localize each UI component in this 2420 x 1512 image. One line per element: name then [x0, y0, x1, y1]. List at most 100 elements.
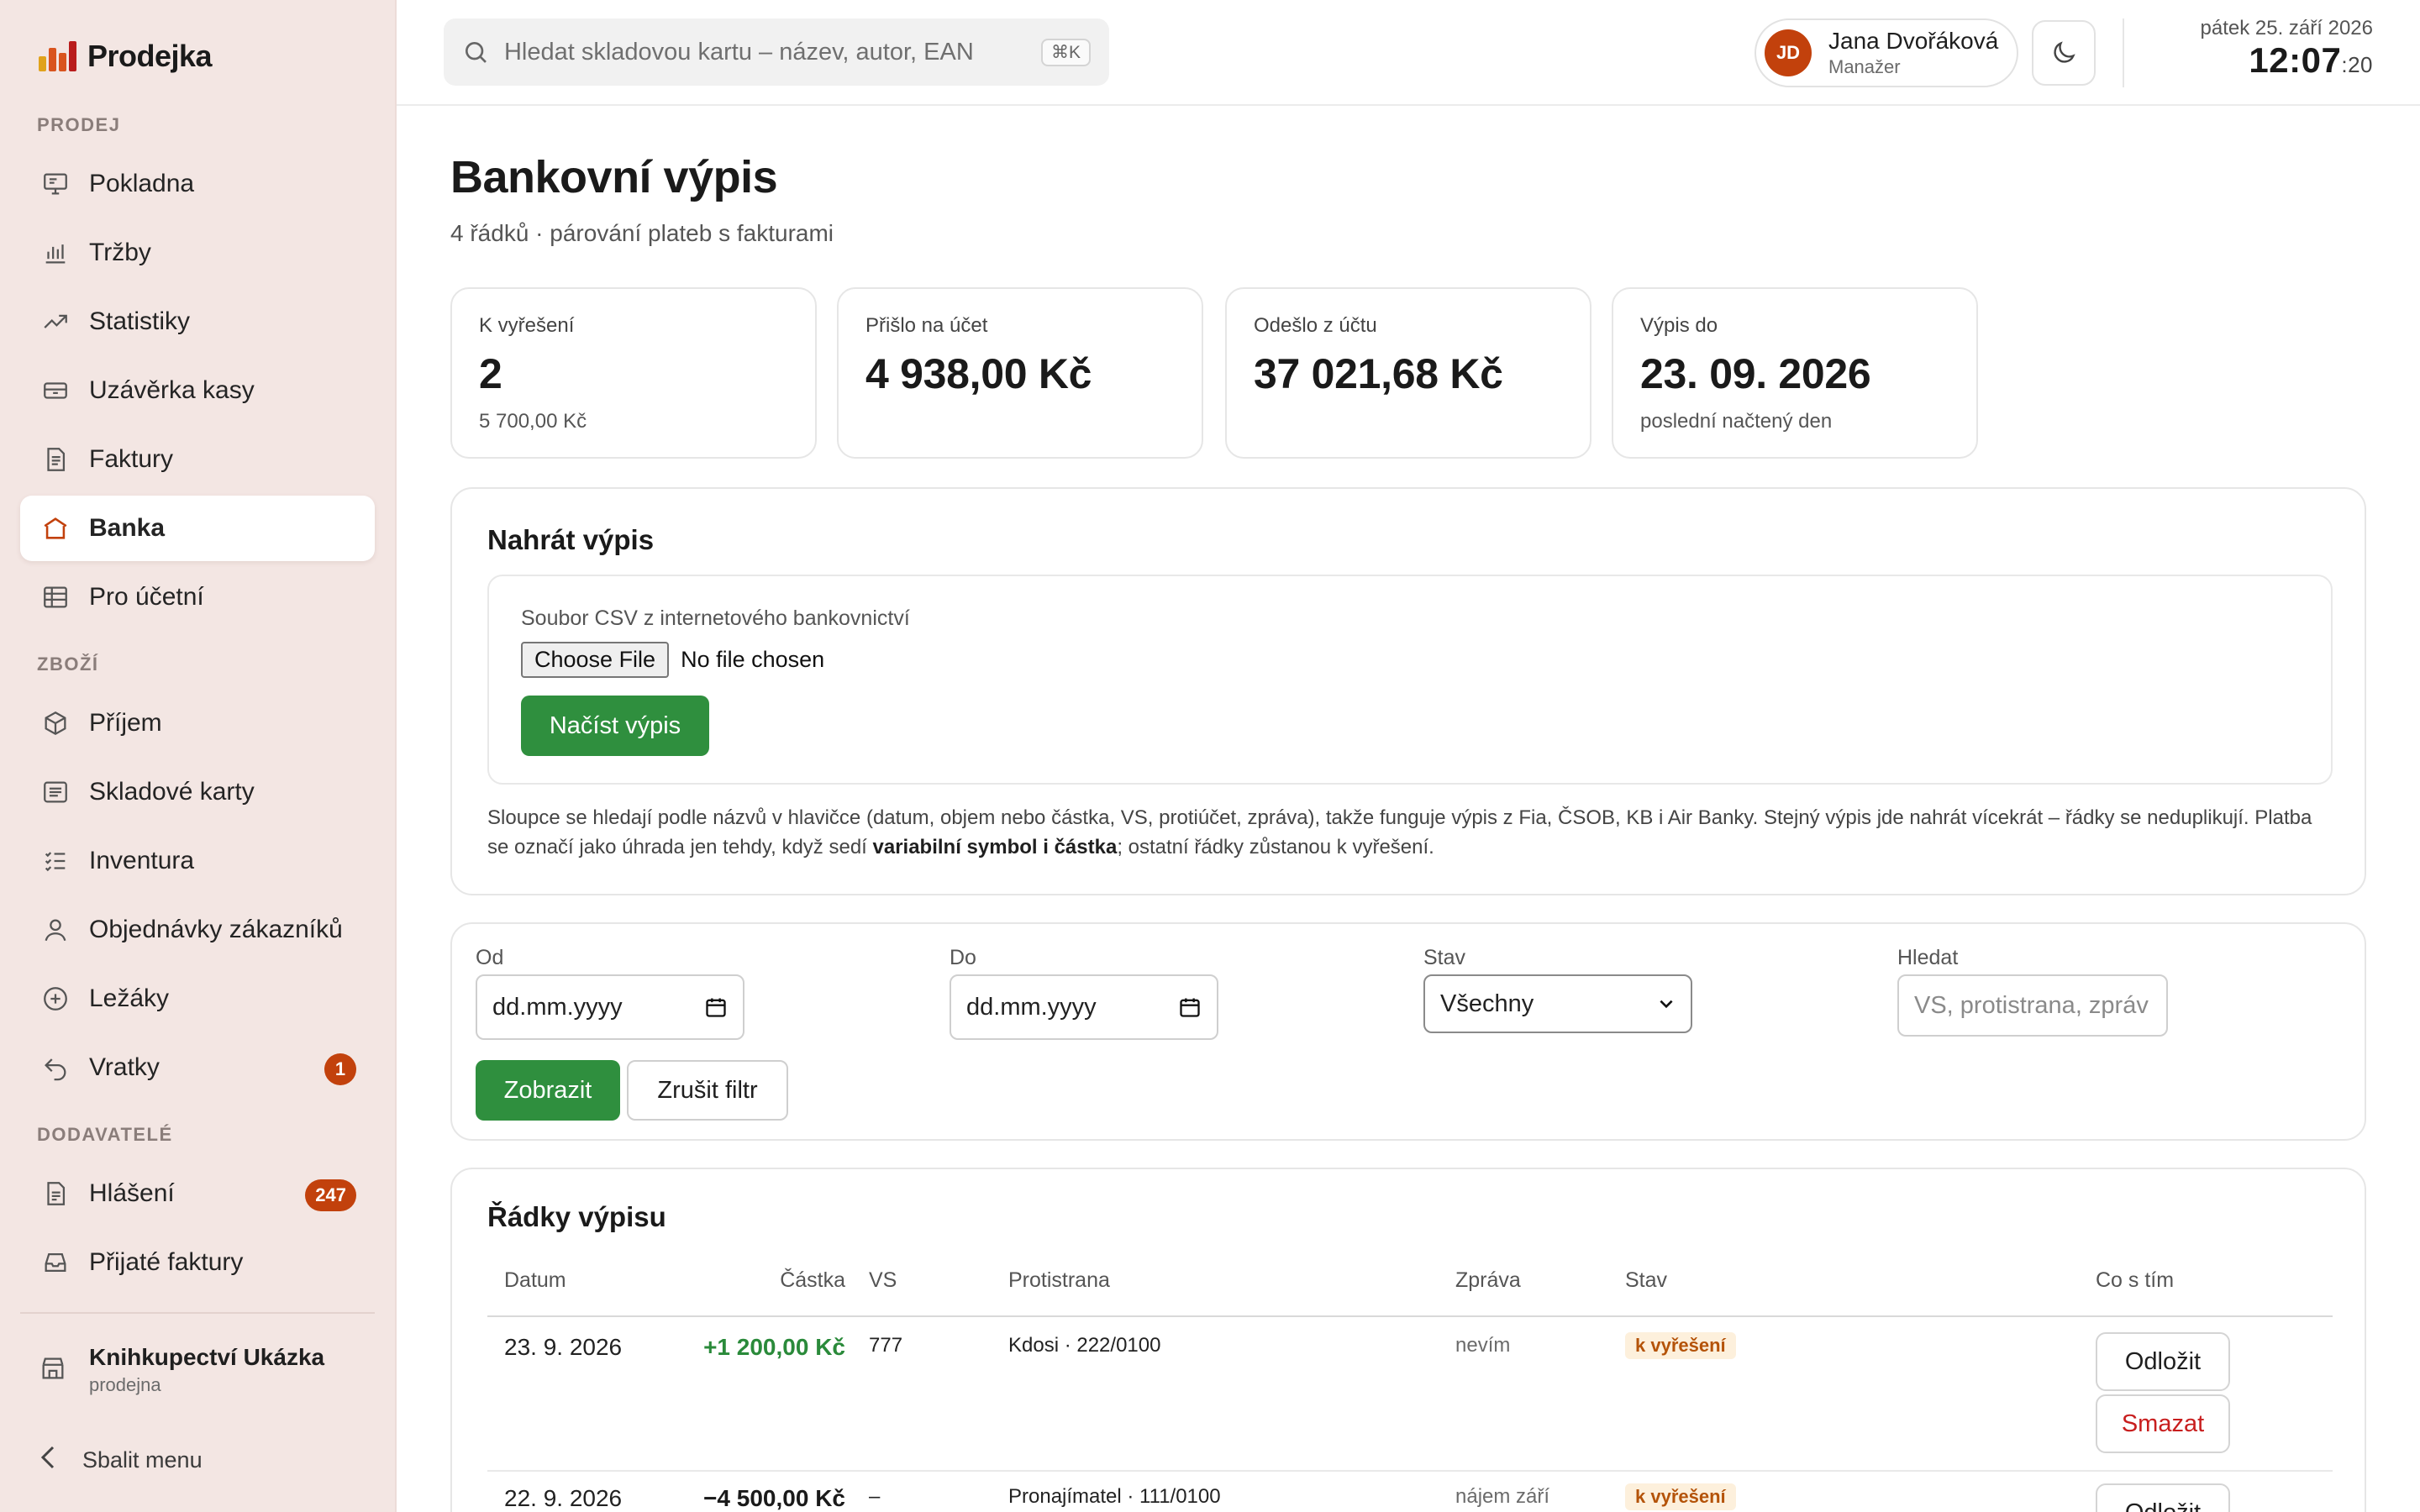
nav-section-dodavatele: DODAVATELÉ	[37, 1124, 173, 1145]
from-date-value: dd.mm.yyyy	[492, 993, 623, 1021]
choose-file-button[interactable]: Choose File	[521, 642, 670, 678]
stat-value: 37 021,68 Kč	[1254, 350, 1503, 397]
status-select-value: Všechny	[1440, 990, 1534, 1017]
undo-icon	[39, 1051, 72, 1084]
row-vs: 777	[869, 1334, 903, 1357]
store-type: prodejna	[89, 1374, 161, 1395]
brand-logo-icon	[39, 41, 77, 71]
sidebar-item-pro-ucetni[interactable]: Pro účetní	[20, 564, 375, 630]
search-input[interactable]	[503, 38, 1041, 66]
sidebar-item-label: Faktury	[89, 445, 174, 473]
filter-search-placeholder: VS, protistrana, zpráv	[1914, 991, 2149, 1019]
brand[interactable]: Prodejka	[39, 39, 213, 74]
table-header-divider	[487, 1315, 2333, 1317]
help-text-part: ; ostatní řádky zůstanou k vyřešení.	[1117, 836, 1434, 858]
sidebar-item-statistiky[interactable]: Statistiky	[20, 289, 375, 354]
reset-filter-button[interactable]: Zrušit filtr	[627, 1060, 788, 1121]
store-switcher[interactable]: Knihkupectví Ukázka prodejna	[39, 1344, 324, 1396]
to-date-value: dd.mm.yyyy	[966, 993, 1097, 1021]
sidebar-item-label: Skladové karty	[89, 778, 255, 806]
sidebar-item-prijem[interactable]: Příjem	[20, 690, 375, 756]
sidebar-item-label: Statistiky	[89, 307, 191, 335]
trend-icon	[39, 305, 72, 339]
row-date: 23. 9. 2026	[504, 1334, 623, 1360]
load-statement-button[interactable]: Načíst výpis	[521, 696, 709, 756]
sidebar-item-label: Ležáky	[89, 984, 170, 1012]
collapse-menu-button[interactable]: Sbalit menu	[39, 1445, 203, 1476]
user-menu-button[interactable]: JD Jana Dvořáková Manažer	[1754, 18, 2018, 87]
filter-card: Od dd.mm.yyyy Do dd.mm.yyyy Stav Všechny…	[450, 922, 2366, 1141]
report-icon	[39, 1177, 72, 1210]
stat-label: Odešlo z účtu	[1254, 314, 1377, 337]
sidebar-item-trzby[interactable]: Tržby	[20, 220, 375, 286]
to-date-input[interactable]: dd.mm.yyyy	[950, 974, 1218, 1040]
apply-filter-button[interactable]: Zobrazit	[476, 1060, 620, 1121]
stat-label: Výpis do	[1640, 314, 1718, 337]
sidebar-item-objednavky-zakazniku[interactable]: Objednávky zákazníků	[20, 897, 375, 963]
monitor-icon	[39, 167, 72, 201]
global-search[interactable]: ⌘K	[444, 18, 1109, 86]
theme-toggle-button[interactable]	[2032, 20, 2096, 86]
sidebar-item-banka[interactable]: Banka	[20, 496, 375, 561]
sidebar-item-uzaverka-kasy[interactable]: Uzávěrka kasy	[20, 358, 375, 423]
sidebar-item-inventura[interactable]: Inventura	[20, 828, 375, 894]
clock: pátek 25. září 2026 12:07:20	[2201, 17, 2373, 81]
sidebar-item-pokladna[interactable]: Pokladna	[20, 151, 375, 217]
from-date-input[interactable]: dd.mm.yyyy	[476, 974, 744, 1040]
sidebar-item-hlaseni[interactable]: Hlášení 247	[20, 1161, 375, 1226]
sidebar-item-vratky[interactable]: Vratky 1	[20, 1035, 375, 1100]
chevron-left-icon	[39, 1445, 57, 1476]
column-header-status: Stav	[1625, 1268, 1668, 1292]
store-name: Knihkupectví Ukázka	[89, 1344, 325, 1370]
checklist-icon	[39, 844, 72, 878]
sidebar-item-label: Hlášení	[89, 1179, 175, 1207]
search-shortcut-hint: ⌘K	[1040, 38, 1091, 66]
delete-button[interactable]: Smazat	[2096, 1394, 2230, 1453]
box-icon	[39, 706, 72, 740]
document-icon	[39, 443, 72, 476]
search-icon	[465, 42, 487, 63]
stat-card-statement-date: Výpis do 23. 09. 2026 poslední načtený d…	[1612, 287, 1978, 459]
user-name: Jana Dvořáková	[1828, 28, 1999, 54]
file-input[interactable]: Choose File No file chosen	[521, 642, 824, 678]
inbox-icon	[39, 1246, 72, 1279]
filter-search-input[interactable]: VS, protistrana, zpráv	[1897, 974, 2168, 1037]
top-bar: ⌘K JD Jana Dvořáková Manažer pátek 25. z…	[397, 0, 2420, 106]
sidebar-item-skladove-karty[interactable]: Skladové karty	[20, 759, 375, 825]
row-message: nevím	[1455, 1334, 1511, 1357]
row-date: 22. 9. 2026	[504, 1485, 623, 1511]
sidebar-item-label: Uzávěrka kasy	[89, 376, 255, 404]
upload-card: Nahrát výpis Soubor CSV z internetového …	[450, 487, 2366, 895]
clock-date: pátek 25. září 2026	[2200, 17, 2373, 39]
sidebar-item-label: Inventura	[89, 847, 195, 874]
postpone-button[interactable]: Odložit	[2096, 1483, 2230, 1512]
stat-value: 2	[479, 350, 502, 397]
calendar-icon	[1180, 998, 1200, 1017]
upload-box: Soubor CSV z internetového bankovnictví …	[487, 575, 2333, 785]
collapse-menu-label: Sbalit menu	[82, 1447, 203, 1473]
table-icon	[39, 580, 72, 614]
row-divider	[487, 1470, 2333, 1472]
status-badge: k vyřešení	[1625, 1483, 1736, 1510]
postpone-button[interactable]: Odložit	[2096, 1332, 2230, 1391]
from-date-label: Od	[476, 946, 504, 969]
status-select[interactable]: Všechny	[1423, 974, 1692, 1033]
nav-section-zbozi: ZBOŽÍ	[37, 654, 99, 675]
row-amount: −4 500,00 Kč	[703, 1485, 845, 1511]
sidebar-item-label: Pro účetní	[89, 583, 204, 611]
sidebar-item-lezaky[interactable]: Ležáky	[20, 966, 375, 1032]
sidebar-item-prijate-faktury[interactable]: Přijaté faktury	[20, 1230, 375, 1295]
column-header-amount: Částka	[780, 1268, 845, 1292]
file-field-label: Soubor CSV z internetového bankovnictví	[521, 606, 910, 630]
status-badge: k vyřešení	[1625, 1332, 1736, 1359]
stat-value: 4 938,00 Kč	[865, 350, 1092, 397]
stat-card-incoming: Přišlo na účet 4 938,00 Kč	[837, 287, 1203, 459]
sidebar-item-faktury[interactable]: Faktury	[20, 427, 375, 492]
sidebar-item-label: Tržby	[89, 239, 151, 266]
page-title: Bankovní výpis	[450, 152, 778, 202]
stat-note: 5 700,00 Kč	[479, 410, 587, 433]
brand-name: Prodejka	[87, 39, 213, 73]
hlaseni-count-badge: 247	[305, 1179, 356, 1211]
nav-section-prodej: PRODEJ	[37, 114, 121, 135]
clock-time: 12:07:20	[2201, 40, 2373, 81]
